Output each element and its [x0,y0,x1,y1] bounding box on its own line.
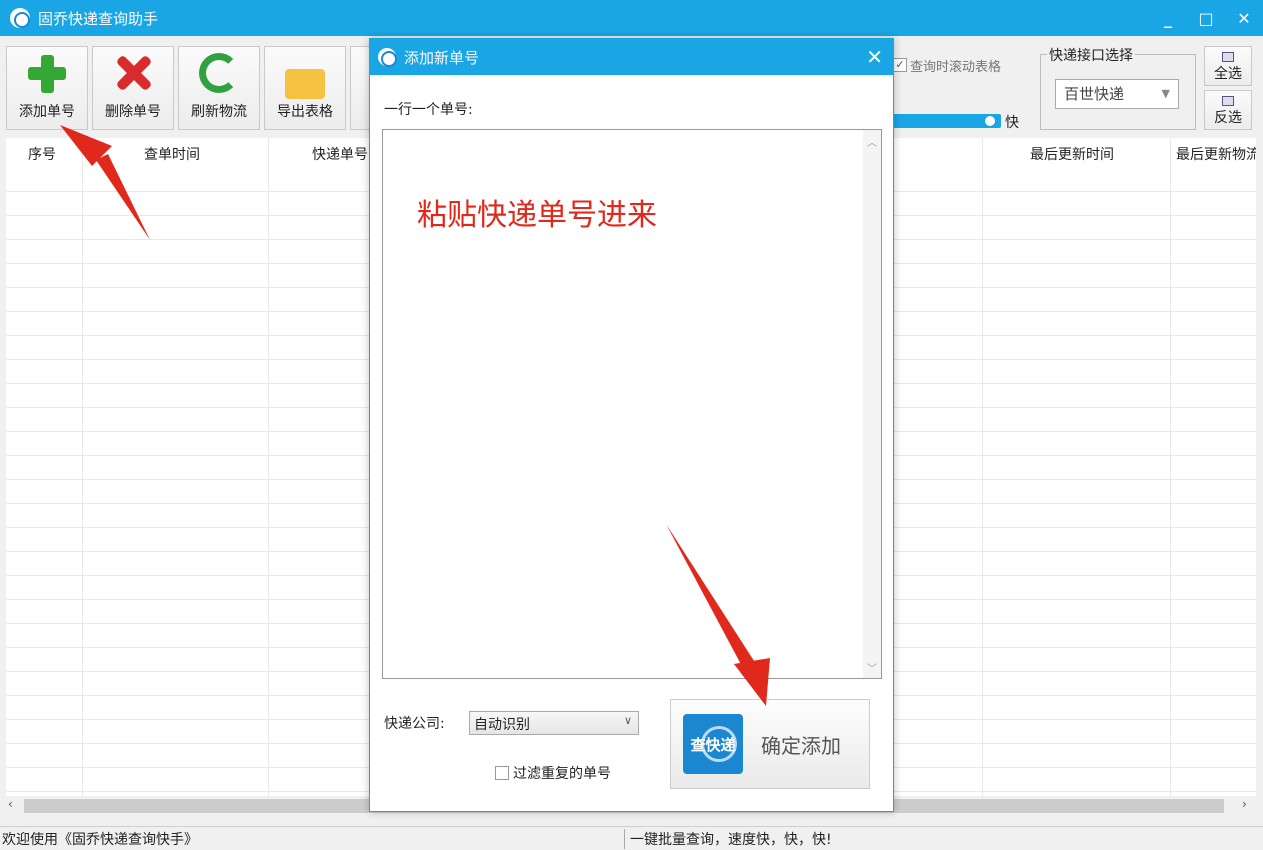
invert-selection-button[interactable]: 反选 [1204,90,1252,130]
api-select-group: 快递接口选择 百世快递 ▼ [1040,45,1196,130]
col-header-query-time[interactable]: 查单时间 [144,144,200,164]
dialog-logo-icon [378,48,397,67]
textarea-scrollbar[interactable]: ︿ ﹀ [863,130,881,678]
window-controls: _ □ ✕ [1149,0,1263,36]
filter-duplicates-option[interactable]: 过滤重复的单号 [495,763,611,783]
confirm-logo-text: 查快递 [690,735,736,754]
company-select-value: 自动识别 [474,717,530,733]
minimize-button[interactable]: _ [1149,0,1187,36]
add-number-dialog: 添加新单号 ✕ 一行一个单号: 粘贴快递单号进来 ︿ ﹀ 快递公司: 自动识别 … [369,38,894,812]
tracking-numbers-input[interactable]: 粘贴快递单号进来 ︿ ﹀ [382,129,882,679]
refresh-logistics-button[interactable]: 刷新物流 [178,46,260,130]
select-all-label: 全选 [1214,66,1242,82]
filter-duplicates-label: 过滤重复的单号 [513,766,611,782]
export-table-button[interactable]: 导出表格 [264,46,346,130]
chevron-down-icon: ∨ [623,714,632,727]
delete-number-button[interactable]: 删除单号 [92,46,174,130]
col-header-tracking-number[interactable]: 快递单号 [312,144,368,164]
refresh-icon [199,53,239,93]
company-label: 快递公司: [384,716,445,732]
title-bar: 固乔快递查询助手 _ □ ✕ [0,0,1263,36]
scroll-up-icon[interactable]: ︿ [867,134,877,149]
speed-slider-thumb[interactable] [985,116,995,126]
confirm-add-button[interactable]: 查快递 确定添加 [670,699,870,789]
confirm-add-label: 确定添加 [761,734,841,758]
col-header-last-update-logistics[interactable]: 最后更新物流 [1176,144,1256,164]
status-slogan: 一键批量查询，速度快，快，快! [630,832,832,848]
status-divider [624,829,625,849]
input-label: 一行一个单号: [384,102,473,118]
select-all-button[interactable]: 全选 [1204,46,1252,86]
scroll-table-label: 查询时滚动表格 [910,59,1002,75]
api-select-value: 百世快递 [1064,85,1125,103]
folder-export-icon [285,69,325,99]
select-all-icon [1222,52,1234,62]
dialog-title: 添加新单号 [404,48,480,67]
speed-slider[interactable] [893,114,1001,128]
app-logo-icon [10,8,30,28]
status-bar: 欢迎使用《固乔快递查询快手》 一键批量查询，速度快，快，快! [0,826,1263,850]
query-options: ✓ 查询时滚动表格 快 [893,54,1031,131]
status-welcome: 欢迎使用《固乔快递查询快手》 [2,832,198,848]
dialog-title-bar: 添加新单号 ✕ [370,39,893,75]
col-header-index[interactable]: 序号 [28,144,56,164]
maximize-button[interactable]: □ [1187,0,1225,36]
filter-duplicates-checkbox[interactable] [495,766,509,780]
scroll-down-icon[interactable]: ﹀ [867,660,877,675]
col-header-last-update-time[interactable]: 最后更新时间 [1030,144,1114,164]
column-divider [982,138,983,796]
paste-hint: 粘贴快递单号进来 [417,198,657,233]
api-select[interactable]: 百世快递 ▼ [1055,79,1179,109]
invert-selection-label: 反选 [1214,110,1242,126]
chevron-down-icon: ▼ [1161,87,1170,100]
api-group-title: 快递接口选择 [1047,45,1135,65]
window-title: 固乔快递查询助手 [38,9,159,28]
scroll-right-icon[interactable]: › [1242,797,1247,811]
delete-number-label: 删除单号 [105,104,161,120]
delete-icon [113,53,153,93]
scroll-table-option[interactable]: ✓ 查询时滚动表格 [893,54,1031,76]
invert-selection-icon [1222,96,1234,106]
add-number-button[interactable]: 添加单号 [6,46,88,130]
speed-label: 快 [1005,115,1019,131]
company-select[interactable]: 自动识别 ∨ [469,711,639,735]
scroll-table-checkbox[interactable]: ✓ [893,58,907,72]
add-number-label: 添加单号 [19,104,75,120]
add-icon [27,53,67,93]
dialog-close-button[interactable]: ✕ [866,45,883,69]
close-button[interactable]: ✕ [1225,0,1263,36]
export-table-label: 导出表格 [277,104,333,120]
column-divider [268,138,269,796]
column-divider [82,138,83,796]
scroll-left-icon[interactable]: ‹ [8,797,13,811]
search-express-logo-icon: 查快递 [683,714,743,774]
column-divider [1170,138,1171,796]
refresh-logistics-label: 刷新物流 [191,104,247,120]
